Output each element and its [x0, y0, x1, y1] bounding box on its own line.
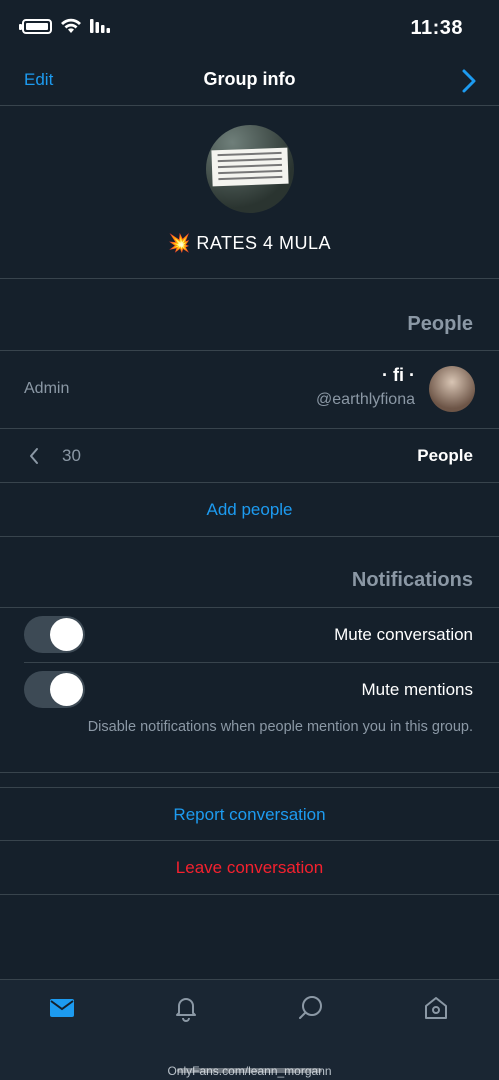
status-bar: 11:38: [0, 0, 499, 58]
toggle-knob: [50, 618, 83, 651]
home-indicator-bar: [177, 1068, 322, 1073]
member-row[interactable]: · fi · @earthlyfiona Admin: [0, 351, 499, 429]
avatar: [429, 366, 475, 412]
member-handle: @earthlyfiona: [316, 391, 415, 408]
notifications-icon[interactable]: [172, 994, 200, 1022]
add-people-row[interactable]: Add people: [0, 483, 499, 537]
people-count-row[interactable]: People 30: [0, 429, 499, 483]
cellular-signal-icon: [90, 19, 110, 33]
mute-mentions-label: Mute mentions: [361, 680, 474, 699]
wifi-icon: [61, 18, 81, 33]
page-title: Group info: [203, 69, 296, 89]
notifications-section-header: Notifications: [0, 537, 499, 608]
people-row-label: People: [417, 446, 473, 465]
people-section-title: People: [407, 313, 473, 335]
home-icon[interactable]: [422, 994, 450, 1022]
mute-conversation-toggle[interactable]: [24, 616, 85, 653]
messages-icon[interactable]: [48, 994, 76, 1022]
mute-conversation-row: Mute conversation: [0, 608, 499, 662]
admin-badge: Admin: [24, 380, 70, 397]
status-time: 11:38: [410, 17, 463, 39]
people-section-header: People: [0, 279, 499, 351]
notifications-section-title: Notifications: [351, 569, 473, 591]
report-conversation-button[interactable]: Report conversation: [0, 805, 499, 825]
mute-mentions-helper: Disable notifications when people mentio…: [87, 719, 473, 735]
back-chevron-icon[interactable]: [461, 68, 477, 94]
toggle-knob: [50, 673, 83, 706]
battery-icon: [19, 18, 52, 34]
chevron-left-icon: [30, 448, 38, 464]
header: Edit Group info: [0, 58, 499, 106]
status-icons: [19, 18, 110, 34]
mute-conversation-label: Mute conversation: [334, 625, 473, 644]
mute-mentions-row: Mute mentions Disable notifications when…: [0, 663, 499, 773]
group-avatar[interactable]: [206, 125, 294, 213]
member-name: · fi ·: [382, 365, 415, 385]
group-header: 💥 RATES 4 MULA: [0, 107, 499, 279]
add-people-button[interactable]: Add people: [0, 500, 499, 520]
search-icon[interactable]: [297, 994, 325, 1022]
mute-mentions-toggle[interactable]: [24, 671, 85, 708]
leave-conversation-button[interactable]: Leave conversation: [0, 858, 499, 878]
leave-row[interactable]: Leave conversation: [0, 841, 499, 895]
report-row[interactable]: Report conversation: [0, 787, 499, 841]
people-count: 30: [62, 446, 81, 465]
group-name: 💥 RATES 4 MULA: [167, 233, 332, 253]
